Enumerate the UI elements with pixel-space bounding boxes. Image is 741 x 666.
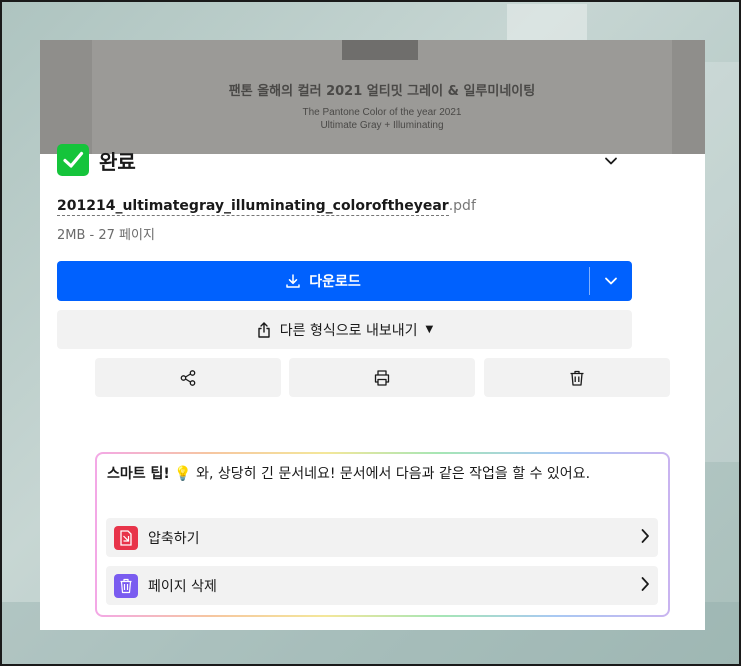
share-button[interactable]	[95, 358, 281, 397]
smart-tip-box: 스마트 팁! 💡 와, 상당히 긴 문서네요! 문서에서 다음과 같은 작업을 …	[95, 452, 670, 617]
smart-tip-message: 와, 상당히 긴 문서네요! 문서에서 다음과 같은 작업을 할 수 있어요.	[191, 466, 591, 482]
tip-item-delete-pages[interactable]: 페이지 삭제	[106, 566, 658, 605]
status-label: 완료	[99, 149, 136, 174]
tip-item-label: 압축하기	[148, 530, 200, 547]
smart-tip-content: 스마트 팁! 💡 와, 상당히 긴 문서네요! 문서에서 다음과 같은 작업을 …	[97, 454, 668, 615]
file-name[interactable]: 201214_ultimategray_illuminating_colorof…	[57, 198, 449, 216]
preview-subtitle-line1: The Pantone Color of the year 2021	[302, 107, 462, 118]
export-label: 다른 형식으로 내보내기	[279, 322, 418, 339]
share-icon	[180, 369, 196, 386]
tip-item-compress[interactable]: 압축하기	[106, 518, 658, 557]
preview-subtitle-line2: Ultimate Gray + Illuminating	[320, 120, 444, 131]
document-preview: 팬톤 올해의 컬러 2021 얼티밋 그레이 & 일루미네이팅 The Pant…	[40, 40, 705, 154]
smart-tip-text: 스마트 팁! 💡 와, 상당히 긴 문서네요! 문서에서 다음과 같은 작업을 …	[107, 462, 659, 487]
chevron-down-icon	[605, 157, 617, 165]
status-row: 완료	[57, 144, 136, 176]
checkmark-icon	[57, 144, 89, 176]
trash-icon	[570, 370, 584, 386]
window-frame: 팬톤 올해의 컬러 2021 얼티밋 그레이 & 일루미네이팅 The Pant…	[0, 0, 741, 666]
file-meta: 2MB - 27 페이지	[57, 228, 155, 243]
collapse-button[interactable]	[599, 149, 623, 173]
download-options-button[interactable]	[590, 261, 632, 301]
preview-page: 팬톤 올해의 컬러 2021 얼티밋 그레이 & 일루미네이팅 The Pant…	[92, 40, 672, 154]
download-button-group: 다운로드	[57, 261, 632, 301]
preview-header-bar	[342, 40, 418, 60]
print-button[interactable]	[289, 358, 475, 397]
preview-subtitle: The Pantone Color of the year 2021 Ultim…	[92, 106, 672, 132]
trash-icon	[114, 573, 138, 598]
background-shape	[702, 62, 739, 462]
caret-down-icon: ▼	[425, 324, 434, 335]
export-button[interactable]: 다른 형식으로 내보내기 ▼	[57, 310, 632, 349]
smart-tip-heading: 스마트 팁!	[107, 466, 170, 482]
printer-icon	[374, 369, 390, 386]
compress-icon	[114, 525, 138, 550]
chevron-right-icon	[640, 576, 650, 592]
chevron-down-icon	[605, 277, 617, 285]
download-icon	[285, 273, 301, 289]
download-button[interactable]: 다운로드	[57, 261, 589, 301]
delete-button[interactable]	[484, 358, 670, 397]
file-name-row: 201214_ultimategray_illuminating_colorof…	[57, 198, 476, 216]
lightbulb-icon: 💡	[174, 466, 192, 482]
export-icon	[256, 321, 272, 339]
file-extension: .pdf	[448, 198, 476, 214]
download-label: 다운로드	[309, 274, 361, 290]
preview-title: 팬톤 올해의 컬러 2021 얼티밋 그레이 & 일루미네이팅	[228, 84, 536, 99]
tip-item-label: 페이지 삭제	[148, 578, 217, 595]
chevron-right-icon	[640, 528, 650, 544]
